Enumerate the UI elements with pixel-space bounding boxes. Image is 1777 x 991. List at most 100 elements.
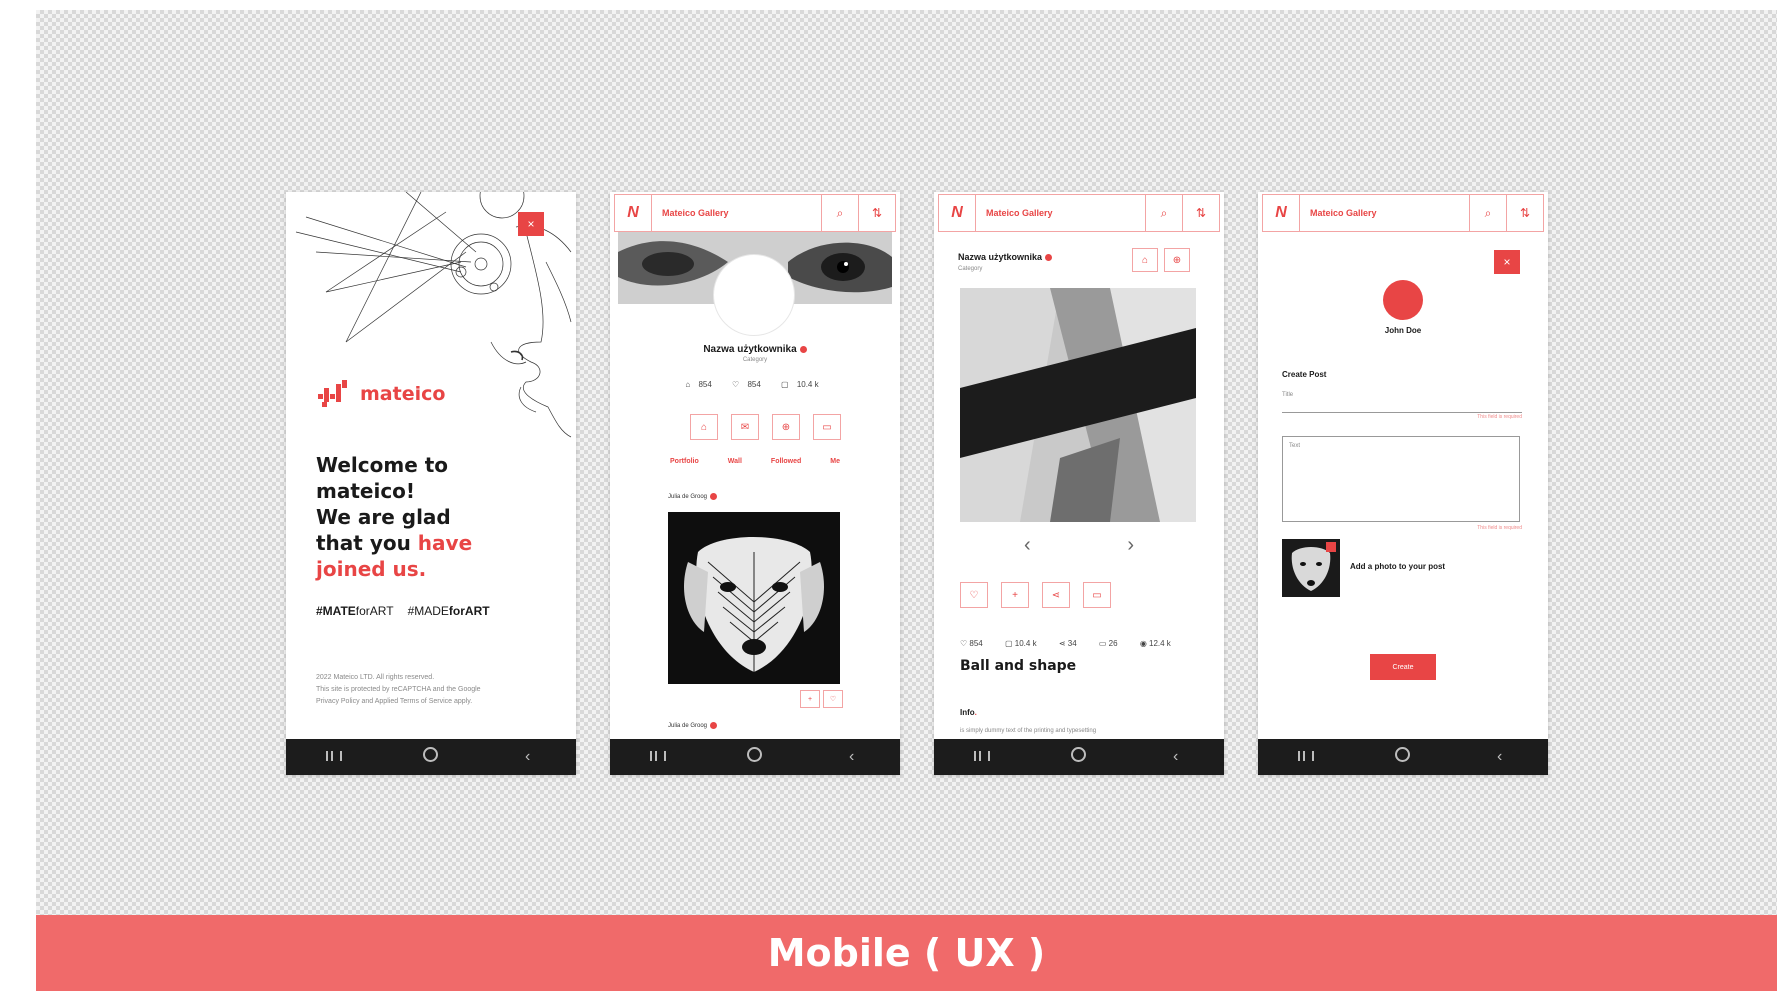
- recents-button[interactable]: [314, 748, 354, 766]
- app-title: Mateico Gallery: [976, 195, 1146, 231]
- home-button[interactable]: [1383, 747, 1423, 767]
- search-button[interactable]: ⌕: [1470, 195, 1507, 231]
- prev-arrow-icon[interactable]: ‹: [1024, 534, 1031, 557]
- back-icon: ‹: [524, 748, 531, 765]
- post-author[interactable]: Julia de Groog: [668, 493, 718, 501]
- close-icon: ×: [527, 217, 535, 231]
- author2-text: Julia de Groog: [668, 723, 708, 730]
- comment-button[interactable]: ▭: [1083, 582, 1111, 608]
- legal-footer: 2022 Mateico LTD. All rights reserved. T…: [316, 672, 546, 708]
- profile-actions: ⌂ ✉ ⊕ ▭: [690, 414, 847, 440]
- gift-button[interactable]: ⊕: [772, 414, 800, 440]
- search-icon: ⌕: [836, 205, 844, 220]
- create-post-heading: Create Post: [1282, 370, 1327, 379]
- welcome-line-5: joined us.: [316, 557, 427, 581]
- heart-icon: ♡: [969, 589, 979, 601]
- user-avatar: [1383, 280, 1423, 320]
- profile-avatar[interactable]: [713, 254, 795, 336]
- logo-icon[interactable]: N: [1263, 195, 1300, 231]
- back-button[interactable]: ‹: [1480, 748, 1520, 766]
- welcome-screen: × mateico Welcome to mateico! We are gla…: [286, 192, 576, 775]
- home-button[interactable]: [411, 747, 451, 767]
- stat-value-1: 10.4 k: [1014, 639, 1037, 648]
- hashtag-mateforart: #MATEforART: [316, 604, 394, 618]
- profile-stats: ⌂ 854 ♡ 854 ▢ 10.4 k: [610, 380, 900, 389]
- post-username[interactable]: Nazwa użytkownika: [958, 252, 1053, 262]
- search-button[interactable]: ⌕: [822, 195, 859, 231]
- mateico-logo: mateico: [316, 380, 445, 408]
- text-placeholder: Text: [1289, 443, 1301, 449]
- stat-shares: ⋖ 34: [1058, 639, 1077, 648]
- recents-button[interactable]: [1286, 748, 1326, 766]
- share-button[interactable]: ⋖: [1042, 582, 1070, 608]
- recents-button[interactable]: [638, 748, 678, 766]
- author-text: Julia de Groog: [668, 494, 708, 501]
- message-button[interactable]: ✉: [731, 414, 759, 440]
- home-button[interactable]: [735, 747, 775, 767]
- artwork-image[interactable]: [960, 288, 1196, 522]
- search-icon: ⌕: [1484, 205, 1492, 220]
- next-arrow-icon[interactable]: ›: [1127, 534, 1134, 557]
- search-button[interactable]: ⌕: [1146, 195, 1183, 231]
- back-button[interactable]: ‹: [1156, 748, 1196, 766]
- post-author-2[interactable]: Julia de Groog: [668, 722, 718, 730]
- home-icon: [1395, 747, 1411, 762]
- text-input[interactable]: Text: [1282, 436, 1520, 522]
- stat-value-4: 12.4 k: [1149, 639, 1171, 648]
- home-button[interactable]: [1059, 747, 1099, 767]
- hashtag-1-rest: forART: [355, 604, 394, 618]
- welcome-line-4b: have: [417, 531, 473, 555]
- plus-icon: +: [1012, 589, 1018, 601]
- author2-badge: [710, 722, 718, 729]
- hashtag-2-rest: #MADE: [407, 604, 449, 618]
- back-button[interactable]: ‹: [832, 748, 872, 766]
- stat-value-2: 10.4 k: [796, 380, 819, 389]
- logo-icon[interactable]: N: [615, 195, 652, 231]
- logo-icon[interactable]: N: [939, 195, 976, 231]
- add-button[interactable]: +: [800, 690, 820, 708]
- like-button[interactable]: ♡: [960, 582, 988, 608]
- follow-icon: ⌂: [1141, 254, 1149, 266]
- app-title: Mateico Gallery: [652, 195, 822, 231]
- follow-icon: ⌂: [700, 421, 708, 433]
- follow-button[interactable]: ⌂: [690, 414, 718, 440]
- logo-word: mateico: [360, 383, 446, 405]
- sort-button[interactable]: ⇅: [1183, 195, 1219, 231]
- tab-wall[interactable]: Wall: [728, 458, 742, 465]
- add-button[interactable]: +: [1001, 582, 1029, 608]
- sort-button[interactable]: ⇅: [1507, 195, 1543, 231]
- tab-me[interactable]: Me: [830, 458, 840, 465]
- like-button[interactable]: ♡: [823, 690, 843, 708]
- follow-button[interactable]: ⌂: [1132, 248, 1158, 272]
- app-header: N Mateico Gallery ⌕ ⇅: [1262, 194, 1544, 232]
- tab-portfolio[interactable]: Portfolio: [670, 458, 699, 465]
- post-detail-screen: N Mateico Gallery ⌕ ⇅ Nazwa użytkownika …: [934, 192, 1224, 775]
- remove-photo-icon[interactable]: [1326, 542, 1336, 552]
- home-icon: [423, 747, 439, 762]
- android-nav-bar: ‹: [610, 739, 900, 775]
- gift-button[interactable]: ⊕: [1164, 248, 1190, 272]
- info-text: Info: [960, 708, 975, 717]
- hashtags: #MATEforART #MADE forART: [316, 604, 490, 618]
- title-input[interactable]: Title: [1282, 392, 1522, 413]
- welcome-line-1: Welcome to: [316, 453, 449, 477]
- sort-icon: ⇅: [1195, 206, 1207, 220]
- android-nav-bar: ‹: [286, 739, 576, 775]
- tab-followed[interactable]: Followed: [771, 458, 801, 465]
- post-image-dog[interactable]: [668, 512, 840, 684]
- sort-button[interactable]: ⇅: [859, 195, 895, 231]
- close-button[interactable]: ×: [1494, 250, 1520, 274]
- add-photo-label[interactable]: Add a photo to your post: [1350, 562, 1445, 571]
- recents-button[interactable]: [962, 748, 1002, 766]
- create-button[interactable]: Create: [1370, 654, 1436, 680]
- back-button[interactable]: ‹: [508, 748, 548, 766]
- artwork-title: Ball and shape: [960, 658, 1077, 674]
- stat-likes: ♡ 854: [960, 639, 983, 648]
- username-text: Nazwa użytkownika: [703, 344, 797, 355]
- stat-posts: ▢ 10.4 k: [781, 380, 819, 389]
- close-button[interactable]: ×: [518, 212, 544, 236]
- mail-icon: ✉: [740, 421, 750, 433]
- comment-button[interactable]: ▭: [813, 414, 841, 440]
- title-placeholder: Title: [1282, 392, 1294, 398]
- sort-icon: ⇅: [1519, 206, 1531, 220]
